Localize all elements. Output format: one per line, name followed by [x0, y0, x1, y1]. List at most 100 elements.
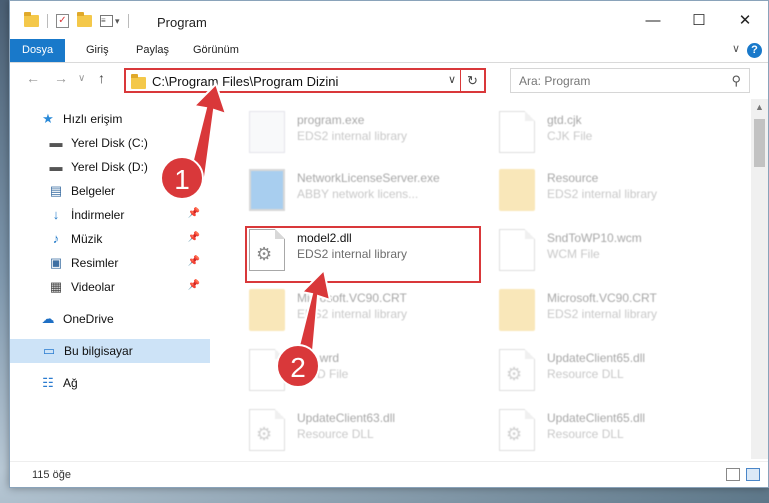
sidebar-item-network[interactable]: ☷ Ağ — [10, 371, 210, 395]
file-name: NetworkLicenseServer.exe — [297, 171, 440, 185]
folder-icon — [24, 12, 39, 27]
quick-access-toolbar: ✓ ≡ ▾ — [24, 12, 129, 29]
sidebar-item-label: Ağ — [63, 376, 78, 390]
folder-icon — [499, 289, 535, 331]
sidebar-item-label: Resimler — [71, 256, 119, 270]
pin-icon[interactable]: 📌 — [188, 232, 200, 243]
exe-file-icon — [249, 169, 285, 211]
sidebar-item-label: Yerel Disk (D:) — [71, 160, 148, 174]
computer-icon: ▭ — [42, 343, 56, 358]
minimize-button[interactable]: — — [630, 1, 676, 39]
tab-file[interactable]: Dosya — [10, 39, 66, 62]
sidebar-item-this-pc[interactable]: ▭ Bu bilgisayar — [10, 339, 210, 363]
chevron-down-icon[interactable]: ▾ — [115, 16, 120, 27]
file-item[interactable]: gtd.cjk CJK File — [485, 101, 725, 159]
window-title: Program — [157, 15, 207, 30]
file-description: EDS2 internal library — [297, 129, 408, 143]
refresh-button[interactable]: ↻ — [460, 70, 484, 91]
recent-locations-button[interactable]: ∨ — [78, 73, 85, 84]
forward-button[interactable]: → — [54, 70, 68, 86]
chevron-down-icon[interactable]: ∨ — [448, 73, 456, 86]
gear-icon: ⚙ — [256, 424, 273, 444]
cloud-icon: ☁ — [41, 311, 55, 326]
sidebar-item-label: Hızlı erişim — [63, 112, 123, 126]
file-description: Resource DLL — [547, 427, 624, 441]
file-description: Resource DLL — [297, 427, 374, 441]
close-button[interactable]: ✕ — [722, 1, 768, 39]
pin-icon[interactable]: 📌 — [188, 280, 200, 291]
file-description: ABBY network licens... — [297, 187, 419, 201]
file-icon — [499, 111, 535, 153]
sidebar-item-music[interactable]: ♪ Müzik 📌 — [10, 227, 210, 251]
tab-share[interactable]: Paylaş — [124, 39, 181, 62]
pin-icon[interactable]: 📌 — [188, 256, 200, 267]
drive-icon: ▬ — [49, 159, 63, 174]
step-2-badge: 2 — [276, 344, 320, 388]
tab-view[interactable]: Görünüm — [181, 39, 251, 62]
sidebar-item-label: Bu bilgisayar — [64, 344, 133, 358]
file-item[interactable]: Microsoft.VC90.CRT EDS2 internal library — [485, 279, 725, 337]
sidebar-item-label: Belgeler — [71, 184, 116, 198]
ribbon-tabs: Dosya Giriş Paylaş Görünüm ∨ ? — [10, 39, 768, 63]
file-name: UpdateClient65.dll — [547, 351, 646, 365]
sidebar-item-label: Yerel Disk (C:) — [71, 136, 148, 150]
file-item[interactable]: Resource EDS2 internal library — [485, 159, 725, 217]
scroll-thumb[interactable] — [754, 119, 765, 167]
file-item[interactable]: ⚙ UpdateClient65.dll Resource DLL — [485, 339, 725, 397]
folder-icon — [131, 74, 146, 89]
sidebar-item-label: Videolar — [71, 280, 115, 294]
divider — [127, 14, 129, 28]
search-input[interactable]: Ara: Program — [519, 74, 590, 88]
title-bar: ✓ ≡ ▾ Program — ☐ ✕ — [10, 1, 768, 39]
file-item[interactable]: NetworkLicenseServer.exe ABBY network li… — [235, 159, 475, 217]
network-icon: ☷ — [42, 375, 54, 390]
back-button[interactable]: ← — [26, 70, 40, 86]
file-name: UpdateClient65.dll — [547, 411, 646, 425]
sidebar-item-onedrive[interactable]: ☁ OneDrive — [10, 307, 210, 331]
sidebar-item-label: İndirmeler — [71, 208, 125, 222]
customize-toolbar-icon[interactable]: ≡ — [100, 15, 113, 27]
divider — [47, 14, 48, 28]
item-count: 115 öğe — [32, 469, 71, 481]
exe-file-icon — [249, 111, 285, 153]
file-icon — [499, 229, 535, 271]
folder-icon — [499, 169, 535, 211]
file-description: EDS2 internal library — [547, 187, 658, 201]
properties-icon[interactable]: ✓ — [56, 14, 69, 28]
pictures-icon: ▣ — [49, 255, 63, 270]
file-description: CJK File — [547, 129, 593, 143]
gear-icon: ⚙ — [506, 364, 523, 384]
folder-icon — [249, 289, 285, 331]
sidebar-item-downloads[interactable]: ↓ İndirmeler 📌 — [10, 203, 210, 227]
gear-icon: ⚙ — [506, 424, 523, 444]
new-folder-icon[interactable] — [77, 12, 92, 27]
details-view-icon[interactable] — [726, 468, 740, 481]
download-icon: ↓ — [52, 207, 60, 222]
file-description: WCM File — [547, 247, 600, 261]
sidebar-item-label: OneDrive — [63, 312, 114, 326]
file-item[interactable]: Microsoft.VC90.CRT EDS2 internal library — [235, 279, 475, 337]
file-item[interactable]: test.wrd WRD File — [235, 339, 475, 397]
sidebar-item-pictures[interactable]: ▣ Resimler 📌 — [10, 251, 210, 275]
file-item[interactable]: ⚙ UpdateClient65.dll Resource DLL — [485, 399, 725, 457]
up-button[interactable]: ↑ — [98, 70, 105, 86]
status-bar: 115 öğe — [10, 461, 768, 487]
videos-icon: ▦ — [49, 279, 63, 294]
search-box[interactable]: Ara: Program ⚲ — [510, 68, 750, 93]
help-icon[interactable]: ? — [747, 43, 762, 58]
sidebar-item-videos[interactable]: ▦ Videolar 📌 — [10, 275, 210, 299]
step-1-badge: 1 — [160, 156, 204, 200]
file-item[interactable]: ⚙ UpdateClient63.dll Resource DLL — [235, 399, 475, 457]
ribbon-expand-icon[interactable]: ∨ — [732, 42, 740, 55]
scroll-up-button[interactable]: ▲ — [751, 99, 768, 116]
file-item[interactable]: program.exe EDS2 internal library — [235, 101, 475, 159]
file-item[interactable]: SndToWP10.wcm WCM File — [485, 219, 725, 277]
vertical-scrollbar[interactable]: ▲ — [751, 99, 768, 459]
tab-home[interactable]: Giriş — [74, 39, 121, 62]
file-name: UpdateClient63.dll — [297, 411, 396, 425]
pin-icon[interactable]: 📌 — [188, 208, 200, 219]
large-icons-view-icon[interactable] — [746, 468, 760, 481]
file-description: EDS2 internal library — [547, 307, 658, 321]
maximize-button[interactable]: ☐ — [676, 1, 722, 39]
dll-file-icon: ⚙ — [499, 349, 535, 391]
